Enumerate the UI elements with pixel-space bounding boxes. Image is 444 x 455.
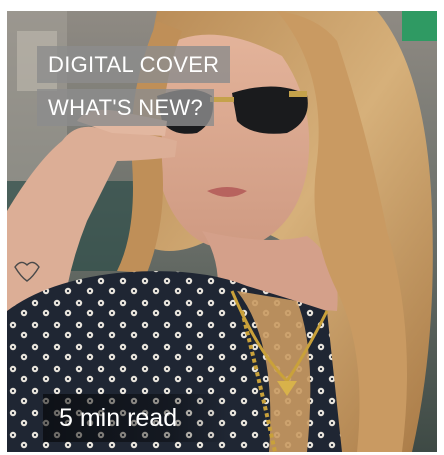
category-tag-digital-cover[interactable]: DIGITAL COVER <box>37 46 231 83</box>
read-time-label: 5 min read <box>43 394 227 442</box>
article-card[interactable]: DIGITAL COVER WHAT'S NEW? 5 min read <box>7 11 437 452</box>
category-tag-whats-new[interactable]: WHAT'S NEW? <box>37 89 214 126</box>
